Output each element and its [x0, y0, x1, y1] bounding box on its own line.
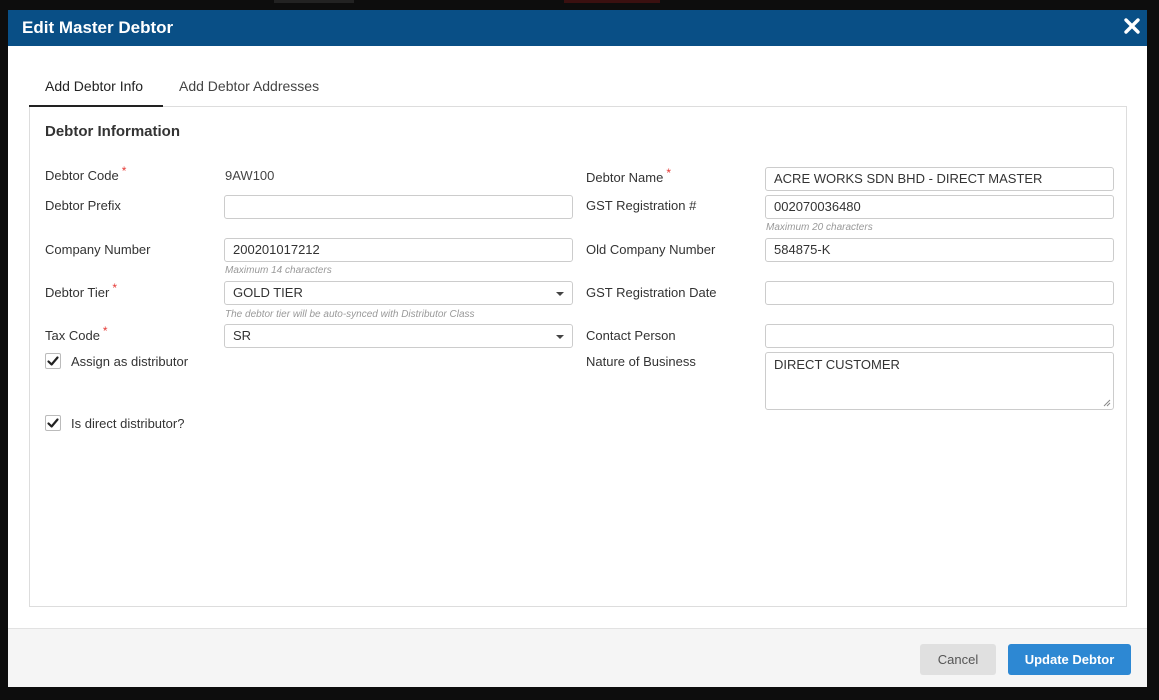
assign-distributor-checkbox[interactable] — [45, 353, 61, 369]
debtor-name-input[interactable]: ACRE WORKS SDN BHD - DIRECT MASTER — [765, 167, 1114, 191]
background-strip — [564, 0, 660, 3]
direct-distributor-label: Is direct distributor? — [71, 416, 185, 431]
required-marker: * — [112, 281, 117, 295]
close-icon[interactable] — [1123, 17, 1141, 35]
assign-distributor-label: Assign as distributor — [71, 354, 189, 369]
tab-bar: Add Debtor Info Add Debtor Addresses — [29, 70, 1127, 107]
modal-header: Edit Master Debtor — [8, 10, 1147, 46]
edit-debtor-modal: Edit Master Debtor Add Debtor Info Add D… — [8, 10, 1147, 687]
debtor-info-panel: Debtor Information Debtor Code * 9AW100 D… — [29, 107, 1127, 607]
required-marker: * — [666, 166, 671, 180]
debtor-tier-hint: The debtor tier will be auto-synced with… — [225, 309, 475, 320]
debtor-name-label: Debtor Name * — [586, 166, 671, 185]
old-company-number-label: Old Company Number — [586, 242, 716, 257]
gst-registration-hint: Maximum 20 characters — [766, 222, 873, 233]
company-number-hint: Maximum 14 characters — [225, 265, 332, 276]
contact-person-input[interactable] — [765, 324, 1114, 348]
cancel-button[interactable]: Cancel — [920, 644, 996, 675]
update-debtor-button[interactable]: Update Debtor — [1008, 644, 1131, 675]
tax-code-label: Tax Code * — [45, 324, 108, 343]
debtor-code-label: Debtor Code * — [45, 164, 127, 183]
old-company-number-input[interactable]: 584875-K — [765, 238, 1114, 262]
nature-of-business-label: Nature of Business — [586, 354, 696, 369]
chevron-down-icon — [556, 335, 564, 339]
tax-code-select[interactable]: SR — [224, 324, 573, 348]
background-strip — [274, 0, 354, 3]
gst-registration-date-label: GST Registration Date — [586, 285, 717, 300]
debtor-prefix-label: Debtor Prefix — [45, 198, 121, 213]
contact-person-label: Contact Person — [586, 328, 676, 343]
debtor-code-value: 9AW100 — [225, 168, 275, 183]
checkmark-icon — [47, 356, 59, 366]
direct-distributor-checkbox[interactable] — [45, 415, 61, 431]
resize-handle-icon[interactable] — [1103, 399, 1111, 407]
required-marker: * — [121, 164, 127, 178]
modal-footer: Cancel Update Debtor — [8, 628, 1147, 687]
gst-registration-input[interactable]: 002070036480 — [765, 195, 1114, 219]
nature-of-business-textarea[interactable]: DIRECT CUSTOMER — [765, 352, 1114, 410]
modal-title: Edit Master Debtor — [22, 18, 174, 37]
chevron-down-icon — [556, 292, 564, 296]
debtor-prefix-input[interactable] — [224, 195, 573, 219]
gst-registration-label: GST Registration # — [586, 198, 697, 213]
company-number-input[interactable]: 200201017212 — [224, 238, 573, 262]
company-number-label: Company Number — [45, 242, 151, 257]
tab-add-debtor-info[interactable]: Add Debtor Info — [29, 70, 163, 107]
debtor-tier-label: Debtor Tier * — [45, 281, 117, 300]
required-marker: * — [102, 324, 108, 338]
debtor-tier-select[interactable]: GOLD TIER — [224, 281, 573, 305]
section-title: Debtor Information — [45, 123, 180, 140]
gst-registration-date-input[interactable] — [765, 281, 1114, 305]
tab-add-debtor-addresses[interactable]: Add Debtor Addresses — [163, 70, 335, 107]
checkmark-icon — [47, 418, 59, 428]
